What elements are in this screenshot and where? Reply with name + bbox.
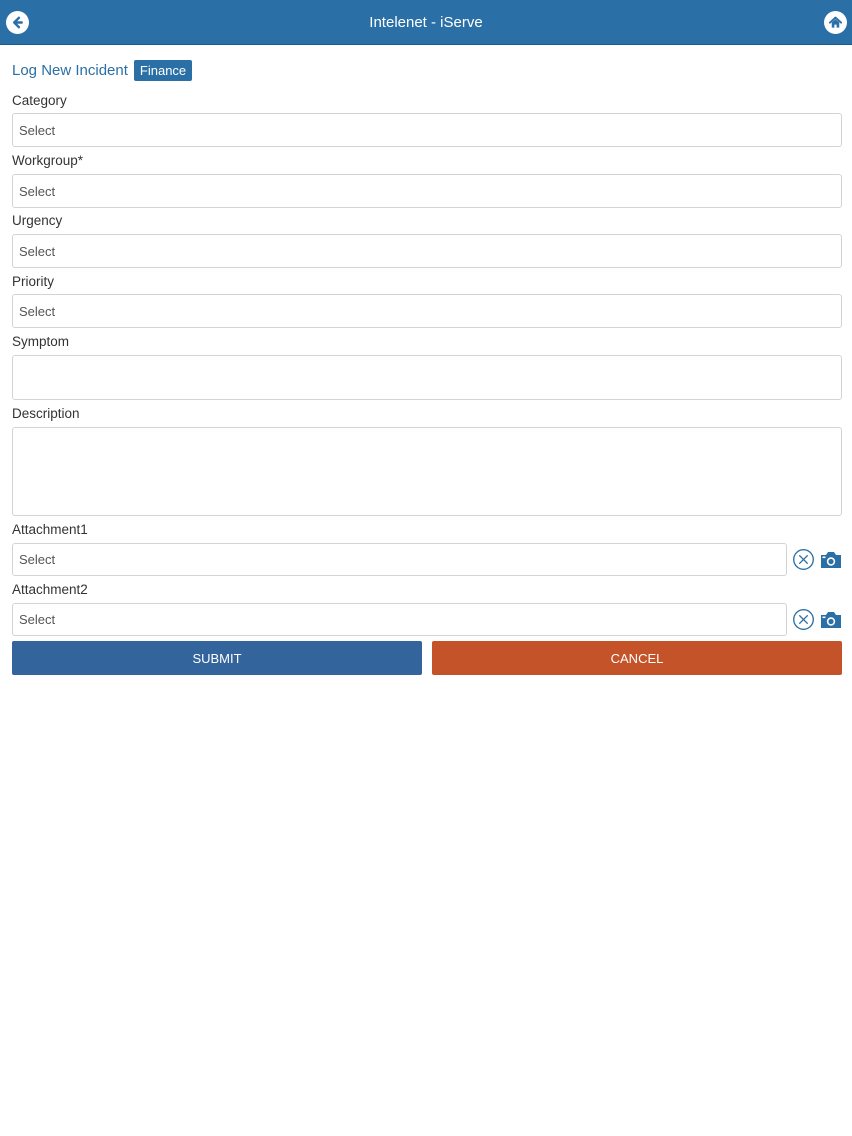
page-heading: Log New Incident Finance <box>12 59 193 81</box>
camera-icon <box>820 551 841 568</box>
description-label: Description <box>12 406 80 421</box>
attachment2-clear-button[interactable] <box>792 608 815 631</box>
home-icon <box>828 16 843 28</box>
arrow-left-icon <box>13 16 23 29</box>
attachment1-select[interactable]: Select <box>12 543 787 576</box>
urgency-label: Urgency <box>12 213 63 228</box>
app-header: Intelenet - iServe <box>0 0 852 45</box>
workgroup-select[interactable]: Select <box>12 174 842 208</box>
description-textarea[interactable] <box>12 427 842 516</box>
cancel-button[interactable]: CANCEL <box>432 641 842 675</box>
attachment1-label: Attachment1 <box>12 522 88 537</box>
category-label: Category <box>12 93 67 108</box>
clear-circle-icon <box>793 549 814 570</box>
category-select[interactable]: Select <box>12 113 842 147</box>
attachment1-camera-button[interactable] <box>818 548 843 571</box>
page-title: Log New Incident <box>12 61 128 79</box>
submit-button[interactable]: SUBMIT <box>12 641 422 675</box>
department-badge: Finance <box>133 59 193 81</box>
symptom-label: Symptom <box>12 334 70 349</box>
priority-label: Priority <box>12 274 55 289</box>
home-button[interactable] <box>824 11 847 34</box>
attachment2-select[interactable]: Select <box>12 603 787 636</box>
back-button[interactable] <box>6 11 29 34</box>
camera-icon <box>820 611 841 628</box>
symptom-input[interactable] <box>12 355 842 400</box>
workgroup-label: Workgroup* <box>12 153 84 168</box>
attachment1-clear-button[interactable] <box>792 548 815 571</box>
urgency-select[interactable]: Select <box>12 234 842 268</box>
app-title: Intelenet - iServe <box>369 14 483 31</box>
attachment2-camera-button[interactable] <box>818 608 843 631</box>
attachment2-label: Attachment2 <box>12 582 88 597</box>
clear-circle-icon <box>793 609 814 630</box>
priority-select[interactable]: Select <box>12 294 842 328</box>
